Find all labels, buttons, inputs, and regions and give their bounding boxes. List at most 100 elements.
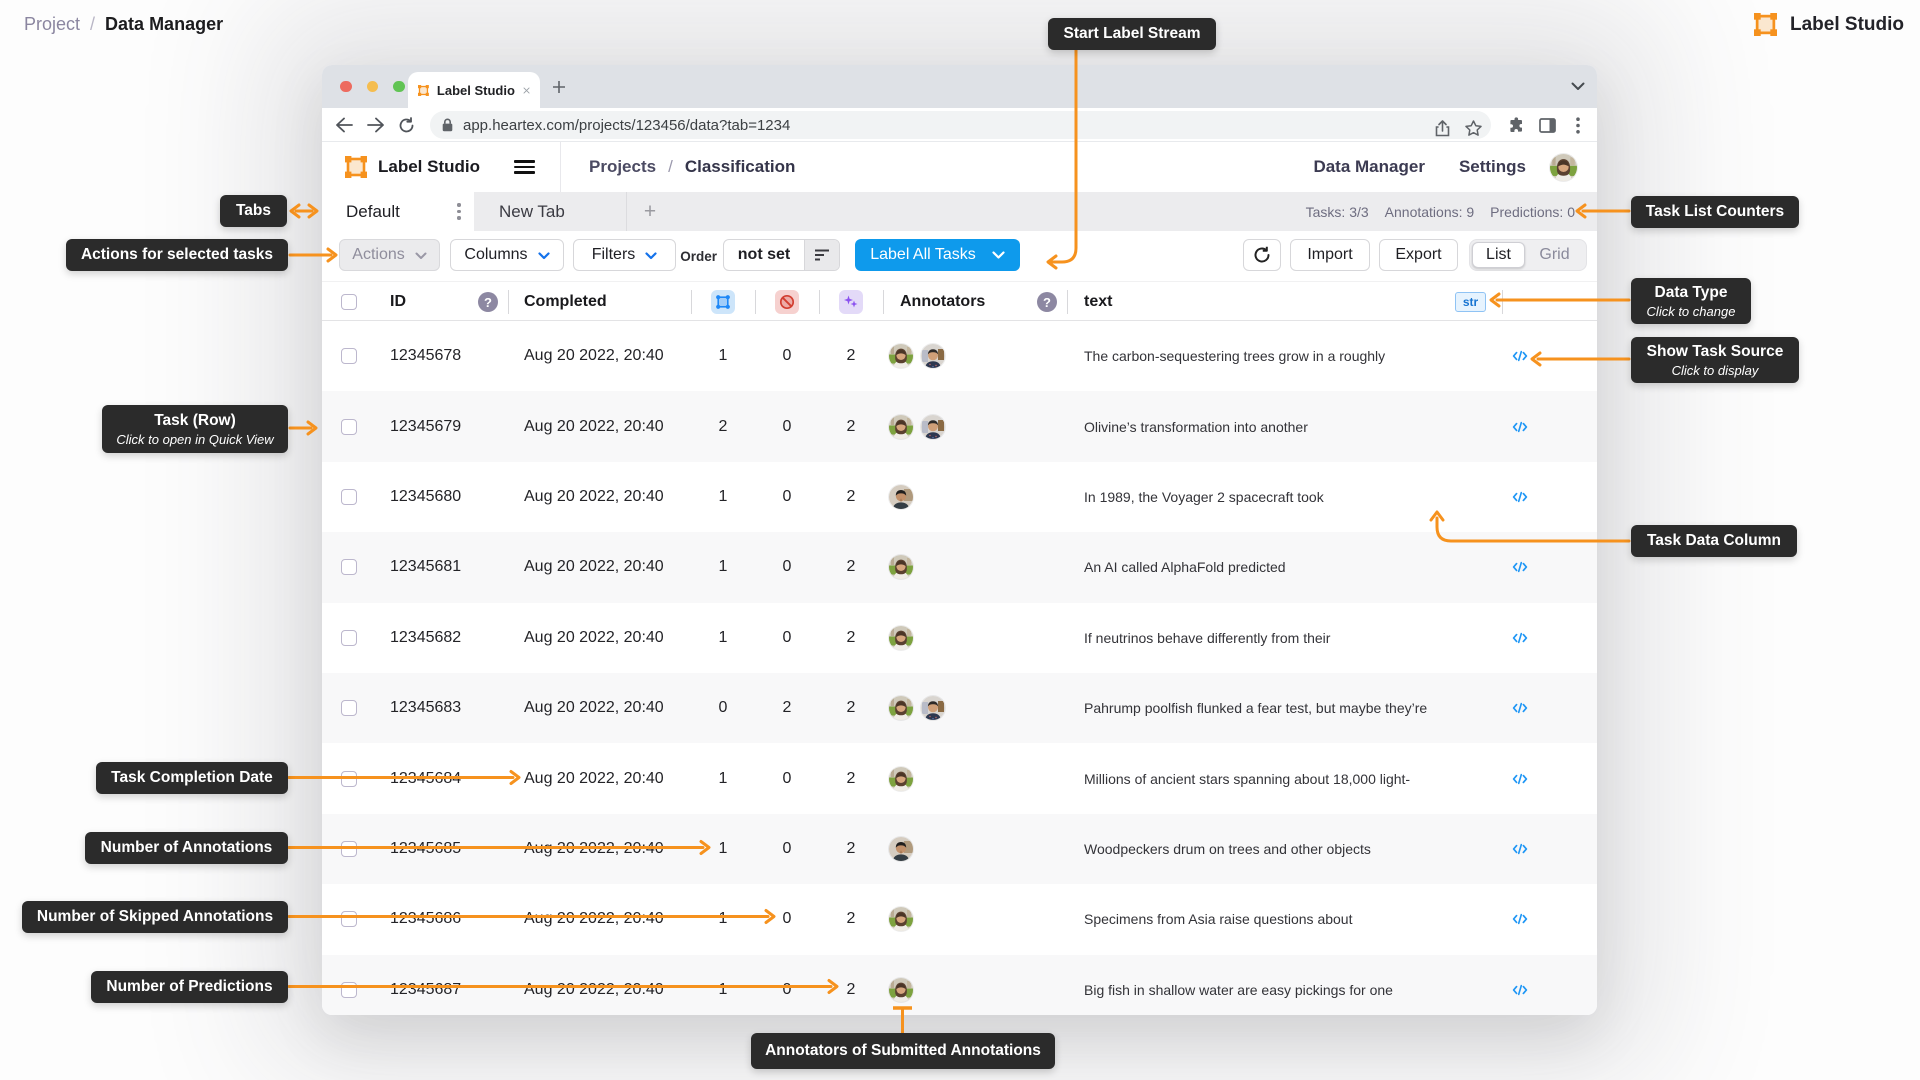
chevron-down-icon[interactable] xyxy=(992,250,1005,260)
browser-tab[interactable]: Label Studio xyxy=(408,72,540,108)
sort-order-icon[interactable] xyxy=(804,240,839,270)
show-source-icon[interactable] xyxy=(1512,743,1528,813)
table-row[interactable]: 12345683 Aug 20 2022, 20:40 0 2 2 Pahrum… xyxy=(322,672,1597,744)
show-source-icon[interactable] xyxy=(1512,955,1528,1015)
nav-settings[interactable]: Settings xyxy=(1459,157,1526,177)
table-row[interactable]: 12345678 Aug 20 2022, 20:40 1 0 2 The ca… xyxy=(322,321,1597,392)
tab-default-label: Default xyxy=(346,201,400,221)
table-row[interactable]: 12345681 Aug 20 2022, 20:40 1 0 2 An AI … xyxy=(322,532,1597,603)
annotations-count: 1 xyxy=(718,347,728,365)
skipped-annotations-column-icon[interactable] xyxy=(775,290,799,314)
column-header-completed[interactable]: Completed xyxy=(524,282,607,321)
breadcrumb-project[interactable]: Project xyxy=(24,14,80,35)
table-row[interactable]: 12345687 Aug 20 2022, 20:40 1 0 2 Big fi… xyxy=(322,954,1597,1015)
row-checkbox[interactable] xyxy=(341,700,357,717)
reload-icon[interactable] xyxy=(394,108,418,142)
minimize-window-button[interactable] xyxy=(366,80,378,93)
callout-data-type: Data Type Click to change xyxy=(1631,278,1751,324)
close-window-button[interactable] xyxy=(340,80,352,93)
task-id: 12345686 xyxy=(390,910,462,928)
annotations-count-column-icon[interactable] xyxy=(711,290,735,314)
add-tab-button[interactable]: + xyxy=(635,192,665,231)
new-tab-button[interactable] xyxy=(552,65,566,108)
user-avatar[interactable] xyxy=(1550,154,1577,181)
columns-button[interactable]: Columns xyxy=(450,239,564,271)
annotator-avatars xyxy=(889,673,945,743)
predictions-count: 2 xyxy=(846,839,856,857)
data-type-badge[interactable]: str xyxy=(1455,292,1486,312)
table-row[interactable]: 12345684 Aug 20 2022, 20:40 1 0 2 Millio… xyxy=(322,743,1597,814)
column-header-text[interactable]: text xyxy=(1084,282,1112,321)
predictions-count: 2 xyxy=(846,769,856,787)
hamburger-menu-icon[interactable] xyxy=(514,160,535,174)
task-completed-date: Aug 20 2022, 20:40 xyxy=(524,558,664,576)
back-icon[interactable] xyxy=(332,108,356,142)
sidepanel-icon[interactable] xyxy=(1539,108,1556,142)
share-icon[interactable] xyxy=(1435,111,1450,145)
id-help-icon[interactable]: ? xyxy=(478,292,498,312)
show-source-icon[interactable] xyxy=(1512,673,1528,743)
task-id: 12345679 xyxy=(390,417,462,435)
column-header-id[interactable]: ID xyxy=(390,282,406,321)
table-row[interactable]: 12345685 Aug 20 2022, 20:40 1 0 2 Woodpe… xyxy=(322,813,1597,885)
forward-icon[interactable] xyxy=(364,108,388,142)
annotations-count: 1 xyxy=(718,980,728,998)
row-checkbox[interactable] xyxy=(341,418,357,435)
nav-data-manager[interactable]: Data Manager xyxy=(1313,157,1424,177)
maximize-window-button[interactable] xyxy=(393,80,405,93)
row-checkbox[interactable] xyxy=(341,559,357,576)
callout-title: Number of Predictions xyxy=(106,978,273,995)
order-control[interactable]: not set xyxy=(723,239,840,271)
tab-options-kebab-icon[interactable] xyxy=(450,200,468,223)
tab-default[interactable]: Default xyxy=(322,192,474,231)
browser-menu-kebab-icon[interactable] xyxy=(1576,108,1580,142)
show-source-icon[interactable] xyxy=(1512,391,1528,461)
predictions-column-icon[interactable] xyxy=(839,290,863,314)
column-header-annotators[interactable]: Annotators xyxy=(900,282,985,321)
view-grid-button[interactable]: Grid xyxy=(1525,246,1584,264)
filters-button[interactable]: Filters xyxy=(573,239,676,271)
app-name[interactable]: Label Studio xyxy=(378,142,480,192)
row-checkbox[interactable] xyxy=(341,348,357,365)
task-completed-date: Aug 20 2022, 20:40 xyxy=(524,347,664,365)
skipped-count: 0 xyxy=(782,347,792,365)
row-checkbox[interactable] xyxy=(341,770,357,787)
callout-title: Task Completion Date xyxy=(111,769,273,786)
row-checkbox[interactable] xyxy=(341,840,357,857)
label-all-tasks-button[interactable]: Label All Tasks xyxy=(855,239,1020,271)
show-source-icon[interactable] xyxy=(1512,321,1528,391)
row-checkbox[interactable] xyxy=(341,629,357,646)
row-checkbox[interactable] xyxy=(341,911,357,928)
show-source-icon[interactable] xyxy=(1512,814,1528,884)
app-breadcrumb-projects[interactable]: Projects xyxy=(589,157,656,177)
bookmark-star-icon[interactable] xyxy=(1465,111,1482,145)
table-row[interactable]: 12345680 Aug 20 2022, 20:40 1 0 2 In 198… xyxy=(322,461,1597,533)
table-row[interactable]: 12345679 Aug 20 2022, 20:40 2 0 2 Olivin… xyxy=(322,391,1597,462)
annotations-count: 1 xyxy=(718,769,728,787)
actions-button[interactable]: Actions xyxy=(339,239,440,271)
callout-num-skipped: Number of Skipped Annotations xyxy=(22,901,288,933)
view-list-button[interactable]: List xyxy=(1472,242,1525,268)
avatar xyxy=(889,978,913,1002)
tab-close-icon[interactable] xyxy=(523,85,530,96)
annotators-help-icon[interactable]: ? xyxy=(1037,292,1057,312)
show-source-icon[interactable] xyxy=(1512,603,1528,673)
show-source-icon[interactable] xyxy=(1512,532,1528,602)
select-all-checkbox[interactable] xyxy=(341,294,357,310)
export-button[interactable]: Export xyxy=(1379,239,1458,271)
row-checkbox[interactable] xyxy=(341,981,357,998)
show-source-icon[interactable] xyxy=(1512,884,1528,954)
tabstrip-chevron[interactable] xyxy=(1571,65,1585,108)
extensions-puzzle-icon[interactable] xyxy=(1508,108,1525,142)
url-bar[interactable]: app.heartex.com/projects/123456/data?tab… xyxy=(430,111,1491,139)
row-checkbox[interactable] xyxy=(341,488,357,505)
table-row[interactable]: 12345686 Aug 20 2022, 20:40 1 0 2 Specim… xyxy=(322,884,1597,955)
refresh-button[interactable] xyxy=(1243,239,1281,271)
callout-completion-date: Task Completion Date xyxy=(96,762,288,794)
import-button[interactable]: Import xyxy=(1290,239,1370,271)
app-logo-icon[interactable] xyxy=(345,156,367,178)
predictions-count: 2 xyxy=(846,699,856,717)
table-row[interactable]: 12345682 Aug 20 2022, 20:40 1 0 2 If neu… xyxy=(322,602,1597,673)
show-source-icon[interactable] xyxy=(1512,462,1528,532)
tab-new-tab[interactable]: New Tab xyxy=(474,192,626,231)
